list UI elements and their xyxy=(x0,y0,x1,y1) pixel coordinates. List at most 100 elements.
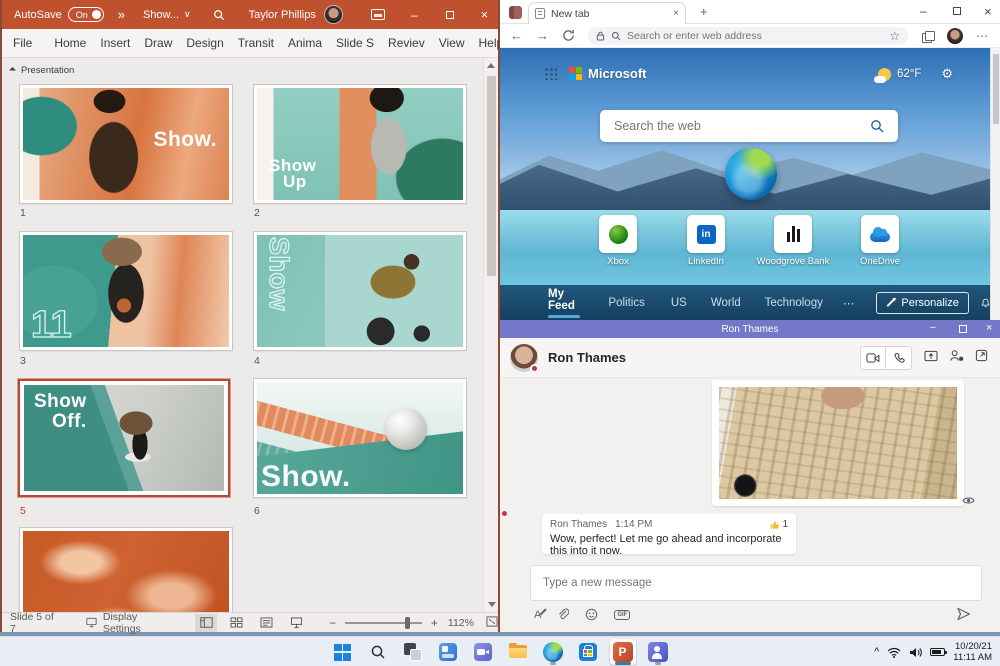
maximize-button[interactable] xyxy=(446,11,454,19)
app-launcher-icon[interactable] xyxy=(544,67,557,80)
reading-view-button[interactable] xyxy=(255,614,277,632)
normal-view-button[interactable] xyxy=(195,614,217,632)
ribbon-tab-animations[interactable]: Anima xyxy=(281,36,329,50)
ribbon-tab-design[interactable]: Design xyxy=(179,36,230,50)
title-dropdown-icon[interactable]: ∨ xyxy=(184,9,191,20)
zoom-slider-thumb[interactable] xyxy=(405,617,410,629)
volume-icon[interactable] xyxy=(909,647,922,658)
format-icon[interactable]: A xyxy=(534,609,541,621)
thumbnail-scrollbar[interactable] xyxy=(483,58,498,612)
gif-icon[interactable]: GIF xyxy=(614,610,630,620)
scroll-down-icon[interactable] xyxy=(488,602,496,607)
ribbon-tab-transitions[interactable]: Transit xyxy=(231,36,281,50)
favorites-star-icon[interactable]: ☆ xyxy=(889,29,900,43)
zoom-out-button[interactable]: − xyxy=(329,616,336,630)
taskbar-search-button[interactable] xyxy=(365,639,391,665)
scrollbar-thumb[interactable] xyxy=(993,54,999,124)
send-icon[interactable] xyxy=(956,607,971,621)
scroll-up-icon[interactable] xyxy=(487,63,495,68)
page-settings-gear-icon[interactable]: ⚙ xyxy=(941,66,953,82)
ribbon-tab-home[interactable]: Home xyxy=(47,36,93,50)
close-button[interactable]: × xyxy=(481,7,489,22)
ribbon-tab-file[interactable]: File xyxy=(6,36,39,50)
display-settings-button[interactable]: Display Settings xyxy=(86,611,171,635)
chat-message[interactable]: Ron Thames 1:14 PM 1 Wow, perfect! Let m… xyxy=(542,514,796,554)
feed-tab-my-feed[interactable]: My Feed xyxy=(548,288,580,318)
browser-scrollbar[interactable] xyxy=(990,48,1000,320)
search-icon[interactable] xyxy=(870,119,884,133)
minimize-button[interactable]: – xyxy=(930,322,936,333)
feed-tab-politics[interactable]: Politics xyxy=(608,297,644,309)
shortcut-woodgrove-bank[interactable] xyxy=(774,215,812,253)
feed-tab-technology[interactable]: Technology xyxy=(765,297,823,309)
audio-call-button[interactable] xyxy=(886,346,912,370)
battery-icon[interactable] xyxy=(930,648,945,656)
compose-input[interactable] xyxy=(543,577,969,589)
emoji-icon[interactable] xyxy=(585,608,598,621)
slide-thumbnail-2[interactable]: Show Up xyxy=(254,85,466,203)
zoom-in-button[interactable]: + xyxy=(431,616,438,630)
slide-thumbnail-1[interactable]: Show. xyxy=(20,85,232,203)
powerpoint-taskbar-button[interactable]: P xyxy=(610,639,636,665)
shortcut-xbox[interactable] xyxy=(599,215,637,253)
ribbon-tab-review[interactable]: Reviev xyxy=(381,36,432,50)
web-search-box[interactable] xyxy=(600,110,898,142)
pop-out-button[interactable] xyxy=(975,349,988,367)
profile-avatar[interactable] xyxy=(947,28,963,44)
shortcut-linkedin[interactable]: in xyxy=(687,215,725,253)
shared-image-message[interactable] xyxy=(712,380,964,506)
feed-tab-world[interactable]: World xyxy=(711,297,741,309)
tray-overflow-chevron-icon[interactable]: ^ xyxy=(874,646,879,658)
attach-icon[interactable] xyxy=(557,608,569,621)
settings-overflow-icon[interactable]: ⋯ xyxy=(976,29,988,43)
wifi-icon[interactable] xyxy=(887,647,901,658)
address-input[interactable] xyxy=(627,30,883,42)
close-button[interactable]: × xyxy=(984,4,992,19)
weather-widget[interactable]: 62°F ⚙ xyxy=(878,66,953,82)
back-button[interactable]: ← xyxy=(510,28,523,43)
maximize-button[interactable] xyxy=(959,325,967,333)
minimize-button[interactable]: – xyxy=(920,4,927,18)
notifications-bell-icon[interactable] xyxy=(981,296,990,310)
feed-tab-us[interactable]: US xyxy=(671,297,687,309)
forward-button[interactable]: → xyxy=(536,28,549,43)
slide-thumbnail-7[interactable] xyxy=(20,528,232,612)
tab-actions-menu-icon[interactable] xyxy=(509,6,522,19)
quick-access-overflow[interactable]: » xyxy=(118,7,125,22)
slide-thumbnail-3[interactable]: 11 xyxy=(20,232,232,350)
address-bar[interactable]: ☆ xyxy=(588,27,908,45)
clock[interactable]: 10/20/21 11:11 AM xyxy=(953,641,992,663)
file-explorer-button[interactable] xyxy=(505,639,531,665)
edge-taskbar-button[interactable] xyxy=(540,639,566,665)
autosave-toggle[interactable]: On xyxy=(68,7,104,22)
task-view-button[interactable] xyxy=(400,639,426,665)
start-button[interactable] xyxy=(330,639,356,665)
minimize-button[interactable]: – xyxy=(411,8,418,22)
account-name[interactable]: Taylor Phillips xyxy=(249,9,316,21)
microsoft-store-button[interactable] xyxy=(575,639,601,665)
feed-more-tabs-icon[interactable]: ⋯ xyxy=(843,296,855,310)
shortcut-onedrive[interactable] xyxy=(861,215,899,253)
teams-taskbar-button[interactable] xyxy=(645,639,671,665)
ribbon-display-options-icon[interactable] xyxy=(371,9,385,20)
ribbon-tab-insert[interactable]: Insert xyxy=(93,36,137,50)
share-screen-button[interactable] xyxy=(924,349,938,367)
zoom-slider[interactable] xyxy=(345,622,422,624)
personalize-button[interactable]: Personalize xyxy=(876,292,968,314)
search-icon[interactable] xyxy=(213,9,225,21)
slide-thumbnail-5-selected[interactable]: Show Off. xyxy=(18,379,230,497)
fit-slide-button[interactable] xyxy=(486,616,498,630)
video-call-button[interactable] xyxy=(860,346,886,370)
slide-thumbnail-6[interactable]: Show. xyxy=(254,379,466,497)
refresh-icon[interactable] xyxy=(562,29,575,42)
presentation-section-header[interactable]: Presentation xyxy=(10,65,74,76)
message-reaction[interactable]: 1 xyxy=(770,519,788,530)
tab-close-icon[interactable]: × xyxy=(673,8,679,19)
widgets-button[interactable] xyxy=(435,639,461,665)
web-search-input[interactable] xyxy=(614,119,870,133)
ribbon-tab-slideshow[interactable]: Slide S xyxy=(329,36,381,50)
microsoft-logo[interactable]: Microsoft xyxy=(569,66,647,81)
collections-icon[interactable] xyxy=(922,31,933,41)
compose-box[interactable] xyxy=(530,565,982,601)
maximize-button[interactable] xyxy=(953,7,961,15)
